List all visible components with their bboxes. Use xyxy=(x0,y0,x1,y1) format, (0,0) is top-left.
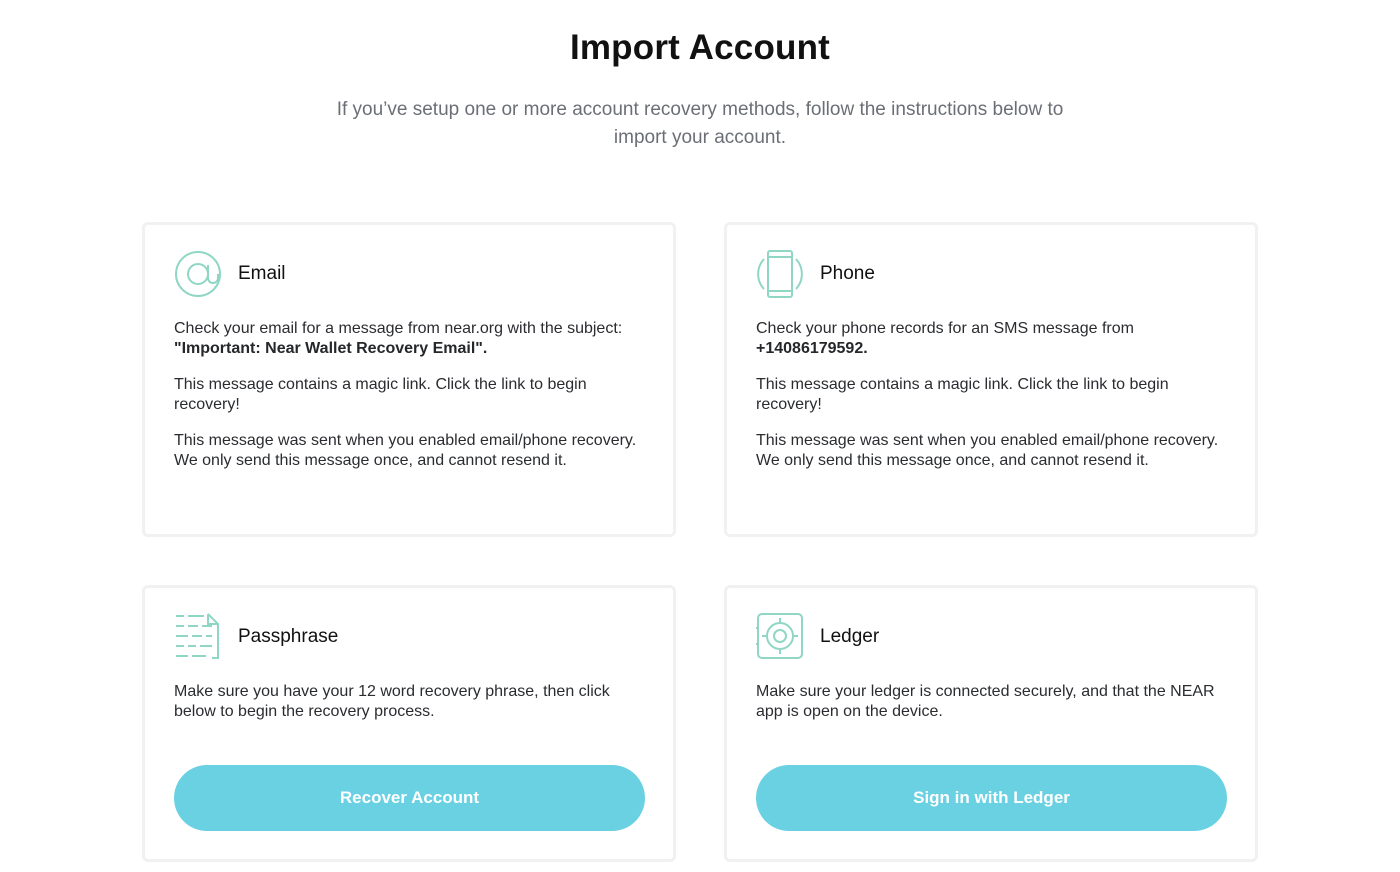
email-card-header: Email xyxy=(174,249,286,299)
phone-instruction-1-text: Check your phone records for an SMS mess… xyxy=(756,320,1134,337)
page-title: Import Account xyxy=(569,28,831,67)
email-card-title: Email xyxy=(238,263,286,284)
passphrase-recovery-card: Passphrase Make sure you have your 12 wo… xyxy=(142,585,676,862)
phone-card-body: Check your phone records for an SMS mess… xyxy=(756,319,1232,487)
phone-instruction-2: This message contains a magic link. Clic… xyxy=(756,376,1169,413)
ledger-card-body: Make sure your ledger is connected secur… xyxy=(756,682,1232,738)
email-subject-text: "Important: Near Wallet Recovery Email". xyxy=(174,340,488,357)
email-recovery-card: Email Check your email for a message fro… xyxy=(142,222,676,537)
email-instruction-1-text: Check your email for a message from near… xyxy=(174,320,623,337)
phone-card-header: Phone xyxy=(756,249,875,299)
sign-in-with-ledger-button[interactable]: Sign in with Ledger xyxy=(756,765,1227,831)
ledger-safe-icon xyxy=(756,612,806,662)
email-instruction-3: This message was sent when you enabled e… xyxy=(174,432,637,469)
ledger-card-title: Ledger xyxy=(820,626,880,647)
email-instruction-1: Check your email for a message from near… xyxy=(174,319,650,359)
sms-sender-number: +14086179592. xyxy=(756,340,868,357)
passphrase-card-header: Passphrase xyxy=(174,612,338,662)
phone-card-title: Phone xyxy=(820,263,875,284)
email-instruction-2: This message contains a magic link. Clic… xyxy=(174,376,587,413)
email-card-body: Check your email for a message from near… xyxy=(174,319,650,487)
ledger-recovery-card: Ledger Make sure your ledger is connecte… xyxy=(724,585,1258,862)
phone-instruction-1: Check your phone records for an SMS mess… xyxy=(756,319,1232,359)
ledger-card-header: Ledger xyxy=(756,612,879,662)
phone-icon xyxy=(756,249,806,299)
at-sign-icon xyxy=(174,249,224,299)
passphrase-instruction: Make sure you have your 12 word recovery… xyxy=(174,683,610,720)
document-lines-icon xyxy=(174,612,224,662)
passphrase-card-title: Passphrase xyxy=(238,626,339,647)
recover-account-button[interactable]: Recover Account xyxy=(174,765,645,831)
phone-instruction-3: This message was sent when you enabled e… xyxy=(756,432,1219,469)
import-account-page: Import Account If you’ve setup one or mo… xyxy=(0,0,1400,872)
phone-recovery-card: Phone Check your phone records for an SM… xyxy=(724,222,1258,537)
page-subtitle: If you’ve setup one or more account reco… xyxy=(336,99,1064,148)
ledger-instruction: Make sure your ledger is connected secur… xyxy=(756,683,1215,720)
passphrase-card-body: Make sure you have your 12 word recovery… xyxy=(174,682,650,738)
